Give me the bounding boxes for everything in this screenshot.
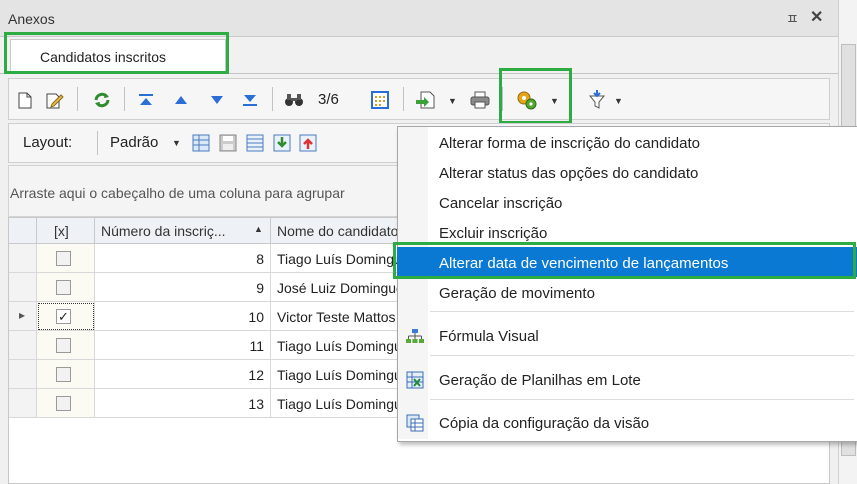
row-indicator-header: [9, 218, 37, 244]
cell-inscription-number[interactable]: 10: [95, 302, 271, 331]
import-icon[interactable]: [414, 89, 436, 111]
layout-download-icon[interactable]: [271, 132, 293, 154]
layout-select[interactable]: Padrão: [110, 134, 158, 151]
cell-inscription-number[interactable]: 13: [95, 389, 271, 418]
cell-inscription-number[interactable]: 11: [95, 331, 271, 360]
layout-dropdown-icon[interactable]: ▼: [172, 138, 181, 148]
checkbox[interactable]: [56, 251, 71, 266]
new-record-icon[interactable]: [14, 89, 36, 111]
menu-item-label: Cópia da configuração da visão: [439, 415, 650, 432]
menu-item-alterar-data-vencimento[interactable]: Alterar data de vencimento de lançamento…: [398, 248, 856, 278]
filter-icon[interactable]: [586, 89, 608, 111]
menu-item-copia-configuracao-visao[interactable]: Cópia da configuração da visão: [398, 408, 856, 438]
record-counter: 3/6: [318, 91, 339, 108]
find-binoculars-icon[interactable]: [283, 89, 305, 111]
select-checkbox-cell[interactable]: [37, 360, 95, 389]
menu-item-label: Geração de Planilhas em Lote: [439, 372, 641, 389]
column-header-check[interactable]: [x]: [37, 218, 95, 244]
checkbox[interactable]: [56, 280, 71, 295]
import-dropdown-icon[interactable]: ▼: [448, 96, 457, 106]
column-header-number-label: Número da inscriç...: [101, 223, 226, 239]
row-indicator[interactable]: [9, 360, 37, 389]
copy-view-icon: [406, 414, 424, 432]
panel-title: Anexos: [8, 11, 55, 27]
row-indicator[interactable]: [9, 244, 37, 273]
toolbar-separator: [77, 87, 78, 111]
layout-table-icon[interactable]: [244, 132, 266, 154]
layout-label: Layout:: [23, 134, 73, 151]
spreadsheet-icon: [406, 371, 424, 389]
cell-inscription-number[interactable]: 8: [95, 244, 271, 273]
menu-item-label: Alterar data de vencimento de lançamento…: [439, 255, 729, 272]
layout-save-icon[interactable]: [217, 132, 239, 154]
toolbar-separator: [403, 87, 404, 111]
close-icon[interactable]: ✕: [810, 7, 823, 27]
select-checkbox-cell[interactable]: ✓: [37, 302, 95, 331]
row-indicator[interactable]: [9, 273, 37, 302]
menu-separator: [430, 311, 854, 312]
menu-item-label: Geração de movimento: [439, 285, 595, 302]
filter-dropdown-icon[interactable]: ▼: [614, 96, 623, 106]
toolbar-separator: [272, 87, 273, 111]
menu-item-alterar-status-opcoes[interactable]: Alterar status das opções do candidato: [398, 158, 856, 188]
pin-icon[interactable]: ㅍ: [786, 9, 799, 29]
checkbox[interactable]: [56, 396, 71, 411]
group-by-hint: Arraste aqui o cabeçalho de uma coluna p…: [10, 185, 345, 201]
process-button-highlight-frame: [499, 68, 572, 124]
menu-item-label: Cancelar inscrição: [439, 195, 563, 212]
menu-item-label: Fórmula Visual: [439, 328, 539, 345]
current-row-arrow-icon: ▸: [19, 308, 26, 322]
tab-highlight-frame: [4, 32, 229, 74]
first-record-icon[interactable]: [135, 89, 157, 111]
next-record-icon[interactable]: [206, 89, 228, 111]
row-indicator[interactable]: [9, 389, 37, 418]
edit-record-icon[interactable]: [44, 89, 66, 111]
print-icon[interactable]: [469, 89, 491, 111]
hierarchy-icon: [406, 327, 424, 345]
checkbox[interactable]: [56, 367, 71, 382]
refresh-icon[interactable]: [91, 89, 113, 111]
menu-item-formula-visual[interactable]: Fórmula Visual: [398, 321, 856, 351]
menu-separator: [430, 355, 854, 356]
toolbar-separator: [97, 131, 98, 155]
row-indicator[interactable]: [9, 331, 37, 360]
menu-separator: [430, 399, 854, 400]
calendar-grid-icon[interactable]: [369, 89, 391, 111]
menu-item-cancelar-inscricao[interactable]: Cancelar inscrição: [398, 188, 856, 218]
layout-upload-icon[interactable]: [297, 132, 319, 154]
row-indicator[interactable]: ▸: [9, 302, 37, 331]
select-checkbox-cell[interactable]: [37, 273, 95, 302]
cell-inscription-number[interactable]: 12: [95, 360, 271, 389]
menu-item-geracao-movimento[interactable]: Geração de movimento: [398, 278, 856, 308]
checkbox[interactable]: [56, 338, 71, 353]
toolbar-separator: [124, 87, 125, 111]
last-record-icon[interactable]: [239, 89, 261, 111]
menu-item-label: Alterar status das opções do candidato: [439, 165, 699, 182]
menu-item-excluir-inscricao[interactable]: Excluir inscrição: [398, 218, 856, 248]
column-header-number[interactable]: Número da inscriç... ▲: [95, 218, 271, 244]
select-checkbox-cell[interactable]: [37, 389, 95, 418]
menu-item-geracao-planilhas-lote[interactable]: Geração de Planilhas em Lote: [398, 365, 856, 395]
menu-item-alterar-forma-inscricao[interactable]: Alterar forma de inscrição do candidato: [398, 128, 856, 158]
cell-inscription-number[interactable]: 9: [95, 273, 271, 302]
select-checkbox-cell[interactable]: [37, 331, 95, 360]
menu-item-label: Excluir inscrição: [439, 225, 548, 242]
checkbox-checked[interactable]: ✓: [56, 309, 71, 324]
layout-grid-icon[interactable]: [190, 132, 212, 154]
sort-ascending-icon: ▲: [254, 224, 263, 234]
menu-item-label: Alterar forma de inscrição do candidato: [439, 135, 700, 152]
select-checkbox-cell[interactable]: [37, 244, 95, 273]
previous-record-icon[interactable]: [170, 89, 192, 111]
